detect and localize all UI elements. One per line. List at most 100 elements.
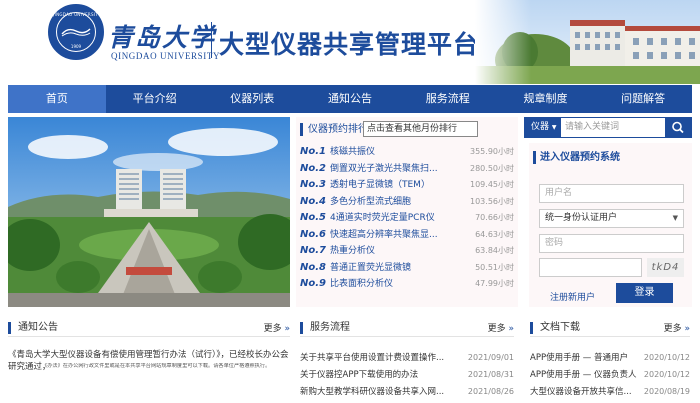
campus-aerial-photo[interactable]: [8, 117, 290, 307]
more-label: 更多: [487, 324, 506, 334]
instrument-name[interactable]: 普通正置荧光显微镜: [330, 260, 448, 277]
nav-instrument-list[interactable]: 仪器列表: [203, 85, 301, 113]
ranking-row[interactable]: No.1 核磁共振仪 355.90小时: [300, 144, 514, 161]
search-category-dropdown[interactable]: 仪器 ▼: [525, 118, 561, 137]
booking-hours: 47.99小时: [475, 279, 514, 288]
list-item-title[interactable]: 关于仪器控APP下载使用的办法: [300, 367, 460, 383]
booking-hours: 70.66小时: [475, 213, 514, 222]
ranking-list: No.1 核磁共振仪 355.90小时 No.2 倒置双光子激光共聚焦扫... …: [300, 144, 514, 293]
booking-hours: 280.50小时: [470, 163, 514, 173]
auth-type-select[interactable]: 统一身份认证用户 ▼: [539, 209, 684, 228]
list-item[interactable]: 新购大型教学科研仪器设备共享入网... 2021/08/26: [300, 384, 514, 400]
header-divider: [211, 22, 212, 58]
rank-number: No.8: [300, 261, 326, 273]
instrument-name[interactable]: 倒置双光子激光共聚焦扫...: [330, 161, 448, 178]
list-item[interactable]: 关于仪器控APP下载使用的办法 2021/08/31: [300, 367, 514, 383]
ranking-month-selector[interactable]: 点击查看其他月份排行: [363, 121, 478, 137]
service-process-section: 服务流程 更多 » 关于共享平台使用设置计费设置操作... 2021/09/01…: [300, 315, 514, 403]
more-label: 更多: [263, 324, 282, 334]
instrument-name[interactable]: 透射电子显微镜（TEM）: [330, 177, 448, 194]
instrument-name[interactable]: 比表面积分析仪: [330, 276, 448, 293]
nav-regulations[interactable]: 规章制度: [497, 85, 595, 113]
instrument-name[interactable]: 多色分析型流式细胞: [330, 194, 448, 211]
search-input[interactable]: 请输入关键词: [565, 120, 665, 135]
booking-hours: 109.45小时: [470, 180, 514, 189]
rank-number: No.7: [300, 245, 326, 256]
nav-home[interactable]: 首页: [8, 85, 106, 113]
list-item-date: 2021/08/26: [467, 387, 514, 396]
nav-notices[interactable]: 通知公告: [301, 85, 399, 113]
instrument-name[interactable]: 快速超高分辨率共聚焦显...: [330, 227, 448, 244]
rank-number: No.9: [300, 278, 326, 289]
captcha-image[interactable]: tkD4: [647, 258, 684, 277]
ranking-row[interactable]: No.4 多色分析型流式细胞 103.56小时: [300, 194, 514, 211]
list-item[interactable]: 大型仪器设备开放共享信... 2020/08/19: [530, 384, 690, 400]
list-item-title[interactable]: 新购大型教学科研仪器设备共享入网...: [300, 384, 460, 400]
booking-ranking-panel: 仪器预约排行 点击查看其他月份排行 No.1 核磁共振仪 355.90小时 No…: [296, 117, 518, 307]
notice-section: 通知公告 更多 » 《青岛大学大型仪器设备有偿使用管理暂行办法（试行）》，已经校…: [8, 315, 290, 403]
list-item-date: 2020/08/19: [643, 387, 690, 396]
section-marker: [300, 322, 303, 334]
section-marker: [530, 322, 533, 334]
ranking-row[interactable]: No.7 热重分析仪 63.84小时: [300, 243, 514, 260]
nav-platform-intro[interactable]: 平台介绍: [106, 85, 204, 113]
site-header: QINGDAO UNIVERSITY 1909 青岛大学 QINGDAO UNI…: [0, 0, 700, 84]
booking-hours: 103.56小时: [470, 196, 514, 206]
more-label: 更多: [663, 324, 682, 334]
seal-emblem-icon: [61, 28, 91, 37]
campus-building-banner-image: [475, 0, 700, 84]
notice-title: 通知公告: [18, 322, 58, 333]
docs-title: 文档下载: [540, 322, 580, 333]
instrument-name[interactable]: 热重分析仪: [330, 243, 448, 260]
instrument-search-bar: 仪器 ▼ 请输入关键词: [524, 117, 692, 138]
section-marker: [8, 322, 11, 334]
nav-service-process[interactable]: 服务流程: [399, 85, 497, 113]
ranking-row[interactable]: No.8 普通正置荧光显微镜 50.51小时: [300, 260, 514, 277]
search-button[interactable]: [665, 118, 691, 137]
ranking-title: 仪器预约排行: [308, 124, 368, 135]
list-item[interactable]: APP使用手册 — 普通用户 2020/10/12: [530, 350, 690, 366]
login-button[interactable]: 登录: [616, 283, 673, 303]
list-item-title[interactable]: APP使用手册 — 仪器负责人: [530, 367, 642, 383]
search-category-label: 仪器: [531, 122, 550, 132]
captcha-input[interactable]: [539, 258, 642, 277]
list-item[interactable]: 关于共享平台使用设置计费设置操作... 2021/09/01: [300, 350, 514, 366]
list-item-title[interactable]: 大型仪器设备开放共享信...: [530, 384, 642, 400]
rank-number: No.4: [300, 195, 326, 207]
ranking-row[interactable]: No.5 4通道实时荧光定量PCR仪 70.66小时: [300, 210, 514, 227]
rank-number: No.6: [300, 228, 326, 240]
service-title: 服务流程: [310, 322, 350, 333]
chevron-right-icon: »: [284, 324, 290, 334]
nav-faq[interactable]: 问题解答: [594, 85, 692, 113]
booking-hours: 355.90小时: [470, 147, 514, 156]
ranking-row[interactable]: No.2 倒置双光子激光共聚焦扫... 280.50小时: [300, 161, 514, 178]
service-more-link[interactable]: 更多 »: [488, 321, 514, 334]
rank-number: No.1: [300, 146, 326, 157]
ranking-row[interactable]: No.3 透射电子显微镜（TEM） 109.45小时: [300, 177, 514, 194]
booking-hours: 64.63小时: [475, 229, 514, 239]
ranking-row[interactable]: No.9 比表面积分析仪 47.99小时: [300, 276, 514, 293]
rank-number: No.3: [300, 179, 326, 190]
university-seal-logo[interactable]: QINGDAO UNIVERSITY 1909: [48, 4, 104, 60]
instrument-name[interactable]: 4通道实时荧光定量PCR仪: [330, 210, 448, 227]
username-field[interactable]: 用户名: [539, 184, 684, 203]
university-name-cn[interactable]: 青岛大学: [108, 18, 216, 54]
section-marker: [533, 151, 536, 164]
document-download-section: 文档下载 更多 » APP使用手册 — 普通用户 2020/10/12 APP使…: [530, 315, 690, 403]
list-item-title[interactable]: 关于共享平台使用设置计费设置操作...: [300, 350, 460, 366]
docs-more-link[interactable]: 更多 »: [664, 321, 690, 334]
search-icon: [672, 121, 684, 134]
list-item-date: 2021/08/31: [467, 370, 514, 379]
auth-type-label: 统一身份认证用户: [545, 213, 618, 223]
notice-more-link[interactable]: 更多 »: [264, 321, 290, 334]
register-link[interactable]: 注册新用户: [550, 290, 595, 303]
chevron-down-icon: ▼: [672, 214, 678, 222]
section-marker: [300, 123, 303, 136]
ranking-row[interactable]: No.6 快速超高分辨率共聚焦显... 64.63小时: [300, 227, 514, 244]
booking-hours: 63.84小时: [475, 246, 514, 255]
password-field[interactable]: 密码: [539, 234, 684, 253]
list-item-date: 2021/09/01: [467, 353, 514, 362]
list-item-title[interactable]: APP使用手册 — 普通用户: [530, 350, 642, 366]
instrument-name[interactable]: 核磁共振仪: [330, 144, 448, 161]
list-item[interactable]: APP使用手册 — 仪器负责人 2020/10/12: [530, 367, 690, 383]
